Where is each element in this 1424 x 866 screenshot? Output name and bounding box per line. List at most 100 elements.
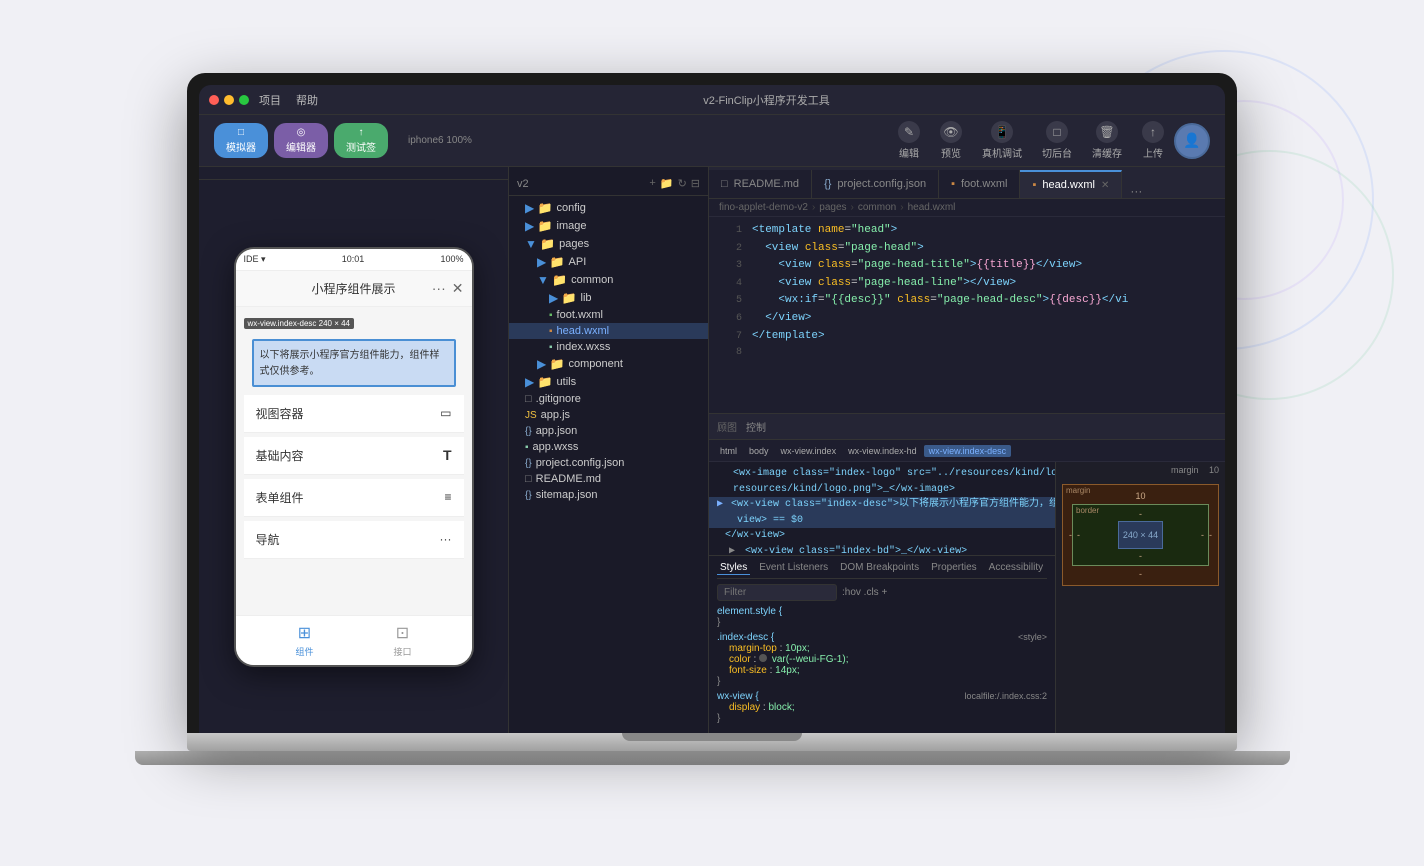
phone-tab-api[interactable]: ⊡ 接口 xyxy=(393,623,413,658)
menu-item-help[interactable]: 帮助 xyxy=(296,92,318,108)
tab-more-button[interactable]: ··· xyxy=(1122,184,1150,198)
refresh-icon[interactable]: ↻ xyxy=(678,177,687,190)
wxml-tab-icon-active: ▪ xyxy=(1032,179,1036,191)
list-item-2[interactable]: 表单组件 ≡ xyxy=(244,479,464,517)
tree-item-foot-wxml[interactable]: ▪ foot.wxml xyxy=(509,307,708,323)
preview-label: 预览 xyxy=(941,145,961,160)
phone-tab-components[interactable]: ⊞ 组件 xyxy=(295,623,315,658)
components-tab-label: 组件 xyxy=(295,645,313,658)
tree-item-app-wxss[interactable]: ▪ app.wxss xyxy=(509,439,708,455)
action-clear-cache[interactable]: 🗑 清缓存 xyxy=(1092,121,1122,160)
list-icon-0: ▭ xyxy=(440,406,451,420)
test-button[interactable]: ↑ 测试签 xyxy=(334,123,388,158)
breadcrumb-item-2: common xyxy=(858,202,896,213)
tree-item-pages[interactable]: ▼ 📁 pages xyxy=(509,235,708,253)
tab-foot-wxml[interactable]: ▪ foot.wxml xyxy=(939,170,1020,198)
tree-item-utils[interactable]: ▶ 📁 utils xyxy=(509,373,708,391)
line-num: 5 xyxy=(714,293,742,309)
add-file-icon[interactable]: + xyxy=(649,177,655,190)
styles-tab[interactable]: Styles xyxy=(717,561,750,575)
simulator-button[interactable]: □ 模拟器 xyxy=(214,123,268,158)
elem-wx-view-index[interactable]: wx-view.index xyxy=(776,445,842,457)
border-label: border xyxy=(1076,506,1099,515)
line-num: 1 xyxy=(714,223,742,239)
dev-code-area[interactable]: <wx-image class="index-logo" src="../res… xyxy=(709,462,1055,555)
tab-close-button[interactable]: ✕ xyxy=(1101,180,1109,191)
style-close-brace: } xyxy=(717,713,720,724)
minimize-button[interactable] xyxy=(224,95,234,105)
tree-item-app-js[interactable]: JS app.js xyxy=(509,407,708,423)
list-item-1[interactable]: 基础内容 T xyxy=(244,437,464,475)
collapse-icon[interactable]: ⊟ xyxy=(691,177,700,190)
menu-item-project[interactable]: 项目 xyxy=(259,92,281,108)
api-tab-label: 接口 xyxy=(393,645,411,658)
elem-wx-view-hd[interactable]: wx-view.index-hd xyxy=(843,445,922,457)
list-label-2: 表单组件 xyxy=(256,489,304,506)
wxss-icon: ▪ xyxy=(549,342,553,353)
tree-item-config[interactable]: ▶ 📁 config xyxy=(509,199,708,217)
list-item-3[interactable]: 导航 ··· xyxy=(244,521,464,559)
close-button[interactable] xyxy=(209,95,219,105)
tree-item-head-wxml[interactable]: ▪ head.wxml xyxy=(509,323,708,339)
editor-tabs: □ README.md {} project.config.json ▪ foo… xyxy=(709,167,1225,199)
code-line-8: 8 xyxy=(709,345,1225,361)
code-span: resources/kind/logo.png">_</wx-image> xyxy=(717,482,955,498)
tree-item-app-json[interactable]: {} app.json xyxy=(509,423,708,439)
tab-head-wxml[interactable]: ▪ head.wxml ✕ xyxy=(1020,170,1122,198)
list-item-0[interactable]: 视图容器 ▭ xyxy=(244,395,464,433)
tree-item-lib[interactable]: ▶ 📁 lib xyxy=(509,289,708,307)
maximize-button[interactable] xyxy=(239,95,249,105)
tab-readme[interactable]: □ README.md xyxy=(709,170,812,198)
tree-item-readme[interactable]: □ README.md xyxy=(509,471,708,487)
dev-tools: 顾图 控制 html body wx-view.index wx-view.in… xyxy=(709,413,1225,733)
action-preview[interactable]: 👁 预览 xyxy=(940,121,962,160)
event-listeners-tab[interactable]: Event Listeners xyxy=(756,561,831,575)
tab-label-active: head.wxml xyxy=(1042,179,1095,191)
laptop-container: 项目 帮助 v2-FinClip小程序开发工具 □ 模拟器 ◎ 编 xyxy=(187,73,1237,793)
tab-project-config[interactable]: {} project.config.json xyxy=(812,170,939,198)
style-source: localfile:/.index.css:2 xyxy=(964,691,1047,701)
code-scroll[interactable]: 1 <template name="head"> 2 <view class="… xyxy=(709,217,1225,413)
close-nav-icon[interactable]: ✕ xyxy=(452,280,464,297)
tree-item-sitemap[interactable]: {} sitemap.json xyxy=(509,487,708,503)
code-content: </view> xyxy=(752,310,811,328)
margin-box: margin 10 - border xyxy=(1062,484,1219,586)
tree-item-index-wxss[interactable]: ▪ index.wxss xyxy=(509,339,708,355)
code-line-7: 7 </template> xyxy=(709,328,1225,346)
elem-html[interactable]: html xyxy=(715,445,742,457)
list-icon-2: ≡ xyxy=(444,490,451,504)
wxml-icon: ▪ xyxy=(549,326,553,337)
prop-val: 14px; xyxy=(775,665,799,676)
editor-icon: ◎ xyxy=(297,127,306,138)
action-device-debug[interactable]: 📱 真机调试 xyxy=(982,121,1022,160)
tree-item-component[interactable]: ▶ 📁 component xyxy=(509,355,708,373)
elem-wx-view-desc[interactable]: wx-view.index-desc xyxy=(924,445,1012,457)
dom-breakpoints-tab[interactable]: DOM Breakpoints xyxy=(837,561,922,575)
tree-item-project-config[interactable]: {} project.config.json xyxy=(509,455,708,471)
code-line-1: 1 <template name="head"> xyxy=(709,222,1225,240)
box-model-header: margin 10 xyxy=(1056,462,1225,478)
user-avatar[interactable]: 👤 xyxy=(1174,123,1210,159)
properties-tab[interactable]: Properties xyxy=(928,561,980,575)
elem-body[interactable]: body xyxy=(744,445,774,457)
phone-signal: IDE ▾ xyxy=(244,254,266,265)
filter-input[interactable] xyxy=(717,584,837,601)
style-prop-display: display : block; xyxy=(717,702,1047,713)
action-edit[interactable]: ✎ 编辑 xyxy=(898,121,920,160)
tree-item-gitignore[interactable]: □ .gitignore xyxy=(509,391,708,407)
tree-item-api[interactable]: ▶ 📁 API xyxy=(509,253,708,271)
menu-bar: 项目 帮助 xyxy=(259,92,318,108)
more-icon[interactable]: ··· xyxy=(432,280,446,297)
content-box: 240 × 44 xyxy=(1118,521,1163,549)
action-background[interactable]: □ 切后台 xyxy=(1042,121,1072,160)
accessibility-tab[interactable]: Accessibility xyxy=(986,561,1046,575)
action-upload[interactable]: ↑ 上传 xyxy=(1142,121,1164,160)
editor-button[interactable]: ◎ 编辑器 xyxy=(274,123,328,158)
titlebar: 项目 帮助 v2-FinClip小程序开发工具 xyxy=(199,85,1225,115)
code-span: <wx-image class="index-logo" src="../res… xyxy=(733,466,1055,482)
tree-item-common[interactable]: ▼ 📁 common xyxy=(509,271,708,289)
add-folder-icon[interactable]: 📁 xyxy=(660,177,674,190)
tree-item-image[interactable]: ▶ 📁 image xyxy=(509,217,708,235)
json-tab-icon: {} xyxy=(824,178,831,190)
line-num: 6 xyxy=(714,311,742,327)
